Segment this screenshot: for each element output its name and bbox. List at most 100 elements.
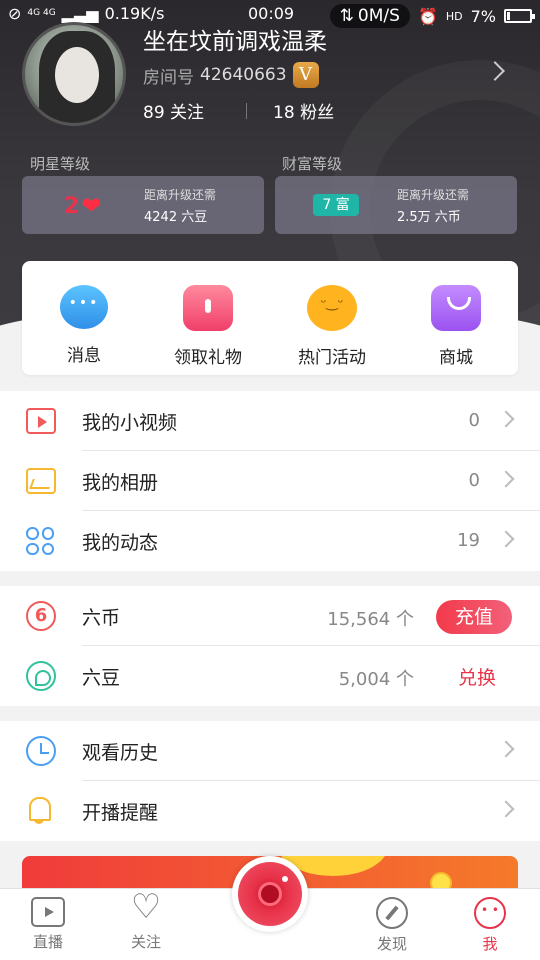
tv-icon: [31, 897, 65, 927]
star-level-number: 2: [64, 193, 80, 219]
message-icon: [60, 285, 108, 329]
following-count: 89: [143, 103, 165, 123]
list-item-live-reminder[interactable]: 开播提醒: [0, 781, 540, 841]
status-time: 00:09: [248, 4, 295, 23]
hd-call-icon: HD: [445, 9, 463, 23]
list-item-count: 0: [468, 410, 480, 431]
status-left: ⊘ 4G 4G ▂▃▅ 0.19K/s: [8, 4, 164, 23]
tab-discover[interactable]: 发现: [357, 897, 427, 954]
list-item-label: 我的动态: [82, 532, 159, 554]
heart-icon: ❤: [81, 192, 102, 220]
list-item-label: 我的相册: [82, 472, 159, 494]
star-level-badge: 2 ❤: [64, 192, 101, 220]
smiley-face-icon: [474, 897, 506, 929]
bean-label: 六豆: [82, 667, 121, 689]
tab-live[interactable]: 直播: [13, 897, 83, 952]
chevron-right-icon: [497, 530, 515, 548]
list-item-coins[interactable]: 6 六币 15,564 个 充值: [0, 586, 540, 646]
status-right: ⇅ 0M/S ⏰ HD 7%: [329, 4, 535, 28]
divider: [246, 102, 248, 119]
following-label: 关注: [170, 103, 205, 123]
recharge-button[interactable]: 充值: [436, 600, 512, 634]
star-level-hint: 距离升级还需: [144, 188, 217, 202]
coin-icon: 6: [26, 601, 56, 631]
star-level-card[interactable]: 2 ❤ 距离升级还需 4242 六豆: [22, 176, 264, 234]
quick-menu-messages[interactable]: 消息: [22, 261, 146, 375]
list-item-album[interactable]: 我的相册 0: [0, 451, 540, 511]
quick-menu-card: 消息 领取礼物 热门活动 商城: [22, 261, 518, 375]
quick-menu-hot-activity[interactable]: 热门活动: [270, 261, 394, 375]
start-live-button[interactable]: [232, 856, 308, 932]
network-type: 4G 4G: [27, 8, 56, 18]
tab-label: 发现: [376, 935, 407, 953]
photo-album-icon: [26, 468, 56, 494]
coin-amount: 15,564 个: [327, 609, 414, 630]
wealth-level-remaining: 2.5万 六币: [397, 210, 461, 225]
network-speed: 0.19K/s: [104, 4, 165, 23]
battery-percent: 7%: [470, 6, 496, 26]
avatar[interactable]: [22, 22, 126, 126]
room-info: 房间号 42640663 V: [143, 62, 319, 88]
list-item-count: 19: [457, 530, 480, 551]
signal-icon: ▂▃▅: [61, 4, 99, 23]
tab-label: 我: [482, 935, 498, 953]
tab-label: 关注: [130, 933, 161, 951]
compass-icon: [376, 897, 408, 929]
gift-icon: [183, 285, 233, 331]
coin-label: 六币: [82, 607, 121, 629]
bell-icon: [26, 795, 54, 825]
list-item-label: 开播提醒: [82, 802, 159, 824]
speed-pill: ⇅ 0M/S: [329, 4, 410, 28]
bean-amount: 5,004 个: [338, 669, 414, 690]
star-level-remaining: 4242 六豆: [144, 210, 208, 225]
speed-right: 0M/S: [357, 6, 400, 26]
battery-icon: [504, 9, 535, 23]
chevron-right-icon: [497, 410, 515, 428]
list-item-watch-history[interactable]: 观看历史: [0, 721, 540, 781]
data-transfer-icon: ⇅: [339, 6, 354, 26]
fans-label: 粉丝: [300, 103, 335, 123]
fans-count: 18: [273, 103, 295, 123]
shop-bag-icon: [431, 285, 481, 331]
bean-icon: [26, 661, 56, 691]
wealth-level-hint: 距离升级还需: [397, 188, 470, 202]
no-disturb-icon: ⊘: [8, 4, 22, 23]
tab-follow[interactable]: 关注: [111, 887, 181, 952]
heart-outline-icon: [129, 887, 163, 927]
wealth-level-card[interactable]: 7 富 距离升级还需 2.5万 六币: [275, 176, 517, 234]
chevron-right-icon: [497, 470, 515, 488]
list-item-label: 观看历史: [82, 742, 159, 764]
chevron-right-icon: [497, 800, 515, 818]
list-item-videos[interactable]: 我的小视频 0: [0, 391, 540, 451]
quick-menu-gifts[interactable]: 领取礼物: [146, 261, 270, 375]
camera-lens-icon: [238, 862, 302, 926]
wallet-list: 6 六币 15,564 个 充值 六豆 5,004 个 兑换: [0, 586, 540, 706]
fans-stat[interactable]: 18 粉丝: [273, 98, 334, 123]
list-item-label: 我的小视频: [82, 412, 178, 434]
quick-menu-label: 商城: [439, 348, 473, 368]
list-item-feed[interactable]: 我的动态 19: [0, 511, 540, 571]
clock-icon: [26, 736, 56, 766]
quick-menu-label: 热门活动: [298, 348, 366, 368]
chevron-right-icon: [497, 740, 515, 758]
exchange-button[interactable]: 兑换: [458, 663, 496, 690]
room-number: 42640663: [200, 65, 287, 85]
alarm-icon: ⏰: [417, 6, 438, 26]
feed-grid-icon: [26, 527, 54, 555]
wealth-level-badge: 7 富: [313, 194, 359, 216]
vip-badge-icon: V: [292, 62, 319, 88]
profile-name: 坐在坟前调戏温柔: [143, 29, 327, 55]
room-label: 房间号: [143, 67, 194, 88]
follow-stats: 89 关注 18 粉丝: [143, 98, 334, 123]
tab-me[interactable]: 我: [455, 897, 525, 954]
media-list: 我的小视频 0 我的相册 0 我的动态 19: [0, 391, 540, 571]
wealth-level-label: 财富等级: [282, 155, 343, 173]
hot-activity-icon: [307, 285, 357, 331]
list-item-count: 0: [468, 470, 480, 491]
quick-menu-label: 领取礼物: [174, 348, 242, 368]
video-icon: [26, 408, 56, 434]
list-item-beans[interactable]: 六豆 5,004 个 兑换: [0, 646, 540, 706]
quick-menu-shop[interactable]: 商城: [394, 261, 518, 375]
following-stat[interactable]: 89 关注: [143, 98, 204, 123]
tab-label: 直播: [32, 933, 63, 951]
